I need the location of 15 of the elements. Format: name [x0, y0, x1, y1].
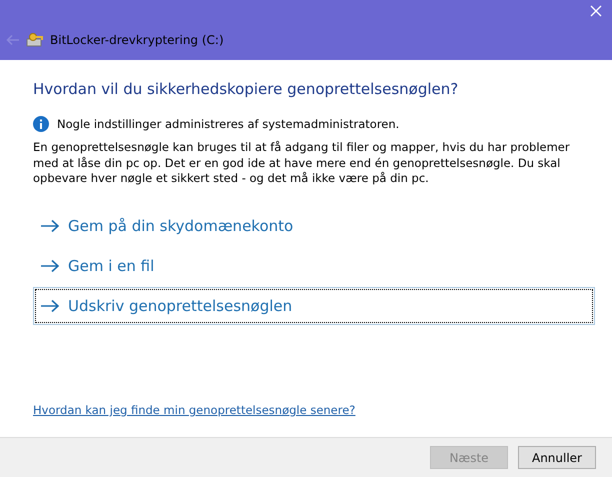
arrow-right-icon: [40, 258, 60, 272]
option-link[interactable]: Udskriv genoprettelsesnøglen: [33, 286, 595, 324]
option-link[interactable]: Gem på din skydomænekonto: [33, 206, 595, 244]
description-text: En genoprettelsesnøgle kan bruges til at få adgang til filer og mapper, hvis du har problemer med at låse din pc op. Det er en god ide at have mere end én genoprettelsesnøgle. Du skal opbevare hver nøgle et sikkert sted - og det må ikke være på din pc.: [33, 140, 571, 186]
close-icon: [590, 5, 602, 17]
info-icon: [33, 116, 49, 132]
info-text: Nogle indstillinger administreres af systemadministratoren.: [57, 117, 400, 131]
arrow-right-icon: [40, 218, 60, 232]
arrow-right-icon: [40, 298, 60, 312]
window-title: BitLocker-drevkryptering (C:): [50, 33, 224, 47]
dialog-button[interactable]: Annuller: [518, 446, 596, 469]
heading: Hvordan vil du sikkerhedskopiere genoprettelsesnøglen?: [33, 80, 460, 98]
help-link[interactable]: Hvordan kan jeg finde min genoprettelsesnøgle senere?: [33, 403, 356, 417]
option-link[interactable]: Gem i en fil: [33, 246, 595, 284]
drive-key-icon: [26, 32, 44, 48]
